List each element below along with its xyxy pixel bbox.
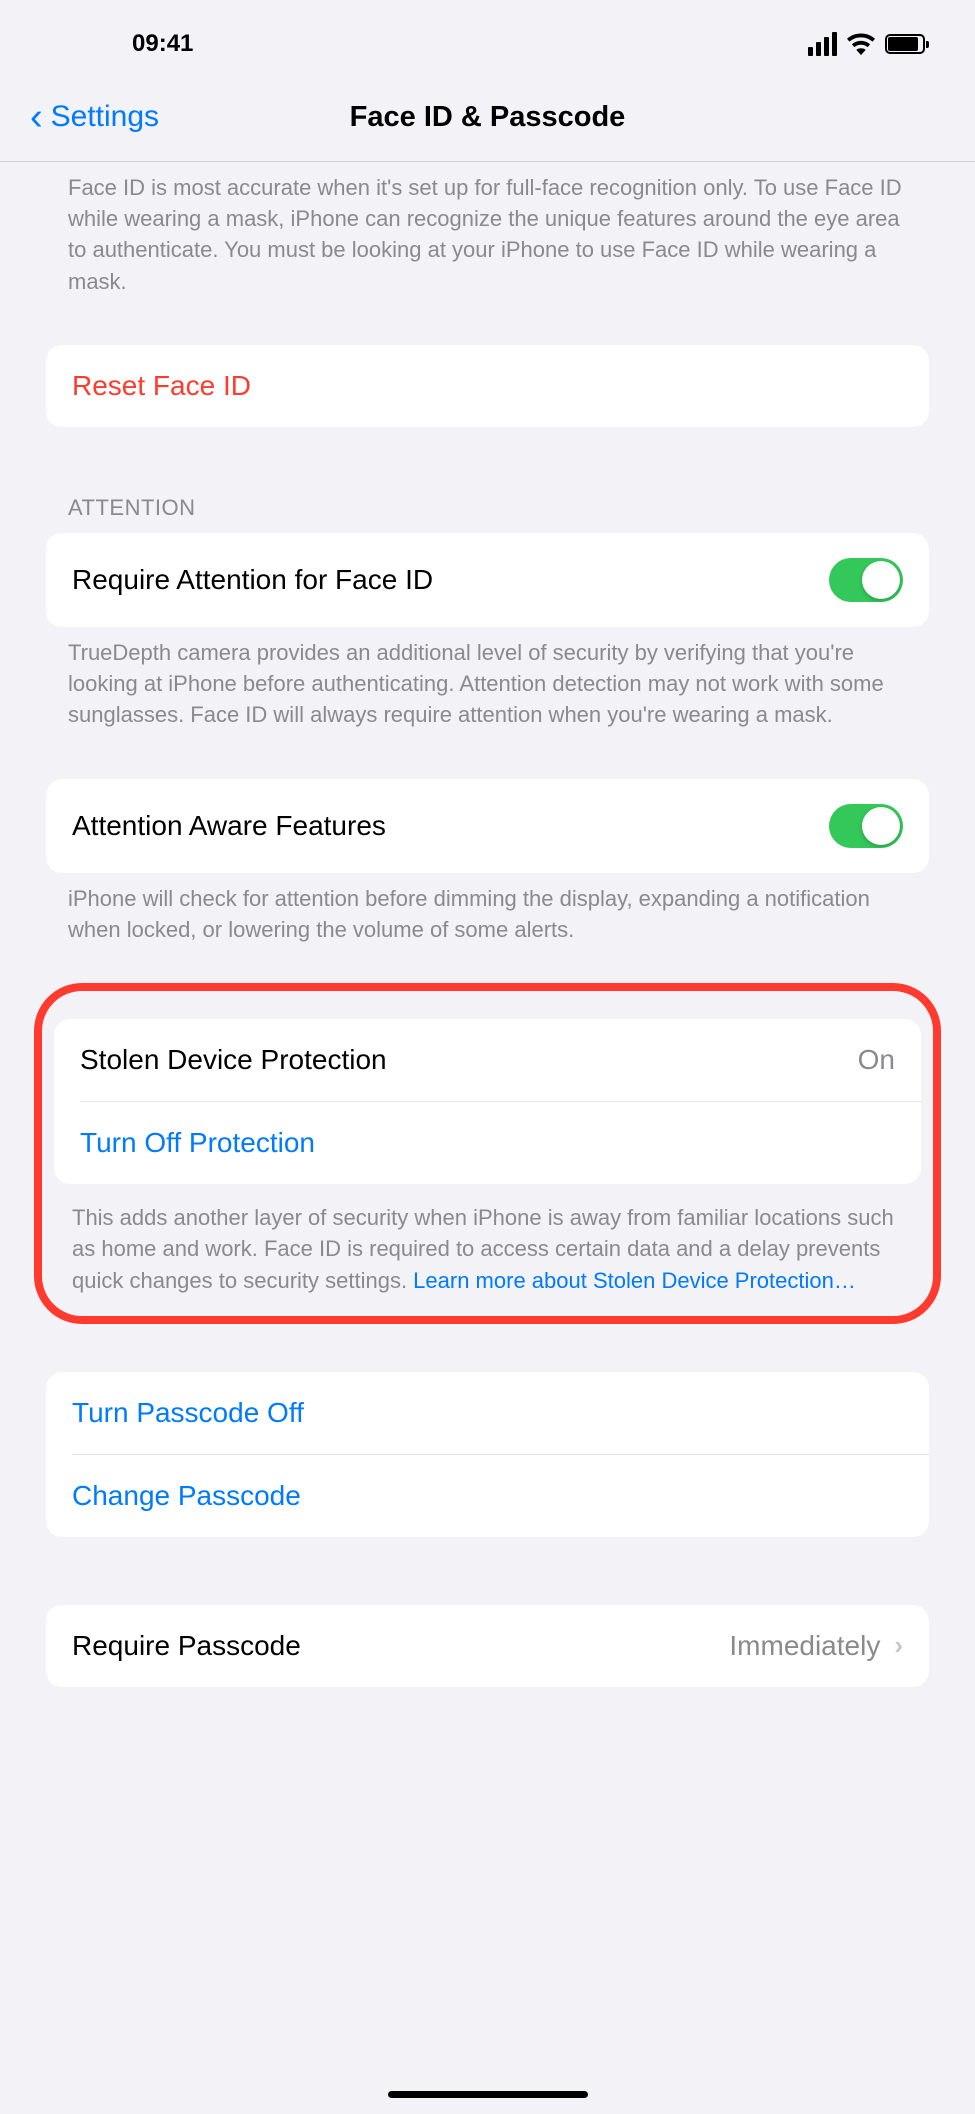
- stolen-device-status-cell[interactable]: Stolen Device Protection On: [54, 1019, 921, 1101]
- stolen-device-footer: This adds another layer of security when…: [42, 1184, 933, 1296]
- turn-off-protection-cell[interactable]: Turn Off Protection: [54, 1102, 921, 1184]
- back-button[interactable]: Settings: [51, 100, 159, 134]
- learn-more-link[interactable]: Learn more about Stolen Device Protectio…: [413, 1268, 856, 1293]
- status-time: 09:41: [132, 30, 193, 58]
- require-passcode-value: Immediately: [729, 1630, 880, 1662]
- chevron-right-icon: ›: [894, 1630, 903, 1661]
- stolen-device-label: Stolen Device Protection: [80, 1044, 387, 1076]
- stolen-device-group: Stolen Device Protection On Turn Off Pro…: [54, 1019, 921, 1184]
- status-icons: [808, 32, 925, 56]
- require-attention-switch[interactable]: [829, 558, 903, 602]
- require-attention-cell: Require Attention for Face ID: [46, 533, 929, 627]
- turn-passcode-off-cell[interactable]: Turn Passcode Off: [46, 1372, 929, 1454]
- attention-aware-switch[interactable]: [829, 804, 903, 848]
- stolen-device-value: On: [858, 1044, 895, 1076]
- attention-section-header: ATTENTION: [46, 495, 929, 533]
- attention-aware-cell: Attention Aware Features: [46, 779, 929, 873]
- attention-aware-label: Attention Aware Features: [72, 810, 386, 842]
- attention-aware-footer: iPhone will check for attention before d…: [46, 873, 929, 945]
- turn-off-protection-label: Turn Off Protection: [80, 1127, 315, 1159]
- home-indicator[interactable]: [388, 2091, 588, 2098]
- require-attention-footer: TrueDepth camera provides an additional …: [46, 627, 929, 731]
- wifi-icon: [847, 33, 875, 55]
- stolen-device-highlight: Stolen Device Protection On Turn Off Pro…: [34, 983, 941, 1324]
- navigation-bar: ‹ Settings Face ID & Passcode: [0, 80, 975, 162]
- require-attention-label: Require Attention for Face ID: [72, 564, 433, 596]
- require-passcode-label: Require Passcode: [72, 1630, 301, 1662]
- cellular-signal-icon: [808, 32, 837, 56]
- page-title: Face ID & Passcode: [350, 101, 626, 134]
- reset-face-id-label: Reset Face ID: [72, 370, 903, 402]
- require-passcode-cell[interactable]: Require Passcode Immediately ›: [46, 1605, 929, 1687]
- change-passcode-cell[interactable]: Change Passcode: [46, 1455, 929, 1537]
- back-chevron-icon[interactable]: ‹: [30, 98, 43, 136]
- passcode-group: Turn Passcode Off Change Passcode: [46, 1372, 929, 1537]
- reset-face-id-cell[interactable]: Reset Face ID: [46, 345, 929, 427]
- status-bar: 09:41: [0, 0, 975, 80]
- faceid-mask-footer: Face ID is most accurate when it's set u…: [46, 162, 929, 297]
- battery-icon: [885, 34, 925, 54]
- change-passcode-label: Change Passcode: [72, 1480, 301, 1512]
- turn-passcode-off-label: Turn Passcode Off: [72, 1397, 304, 1429]
